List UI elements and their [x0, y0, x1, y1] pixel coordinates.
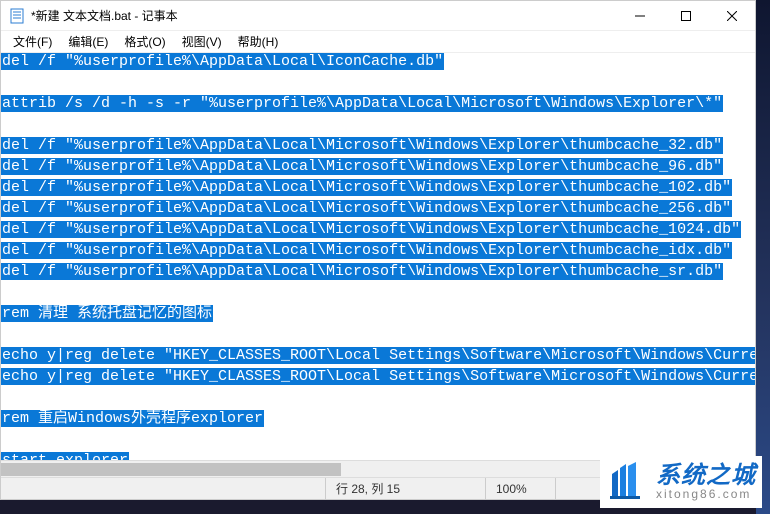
- editor-line[interactable]: rem 清理 系统托盘记忆的图标: [1, 303, 755, 324]
- menu-edit[interactable]: 编辑(E): [60, 31, 116, 52]
- selected-text[interactable]: [1, 74, 12, 91]
- minimize-button[interactable]: [617, 1, 663, 30]
- menu-file[interactable]: 文件(F): [5, 31, 60, 52]
- editor-line[interactable]: del /f "%userprofile%\AppData\Local\Micr…: [1, 219, 755, 240]
- selected-text[interactable]: del /f "%userprofile%\AppData\Local\Micr…: [1, 242, 732, 259]
- menu-format[interactable]: 格式(O): [116, 31, 173, 52]
- status-cursor-position: 行 28, 列 15: [325, 478, 485, 499]
- selected-text[interactable]: echo y|reg delete "HKEY_CLASSES_ROOT\Loc…: [1, 347, 755, 364]
- editor-line[interactable]: del /f "%userprofile%\AppData\Local\Micr…: [1, 240, 755, 261]
- close-button[interactable]: [709, 1, 755, 30]
- window-title: *新建 文本文档.bat - 记事本: [31, 7, 617, 24]
- selected-text[interactable]: rem 重启Windows外壳程序explorer: [1, 410, 264, 427]
- watermark-logo-icon: [606, 460, 650, 504]
- text-editor[interactable]: del /f "%userprofile%\AppData\Local\Icon…: [1, 53, 755, 477]
- editor-line[interactable]: [1, 387, 755, 408]
- editor-line[interactable]: del /f "%userprofile%\AppData\Local\Micr…: [1, 156, 755, 177]
- editor-line[interactable]: del /f "%userprofile%\AppData\Local\Micr…: [1, 135, 755, 156]
- watermark-url: xitong86.com: [656, 488, 756, 501]
- selected-text[interactable]: del /f "%userprofile%\AppData\Local\Micr…: [1, 137, 723, 154]
- selected-text[interactable]: rem 清理 系统托盘记忆的图标: [1, 305, 213, 322]
- editor-line[interactable]: del /f "%userprofile%\AppData\Local\Micr…: [1, 261, 755, 282]
- selected-text[interactable]: del /f "%userprofile%\AppData\Local\Icon…: [1, 53, 444, 70]
- notepad-window: *新建 文本文档.bat - 记事本 文件(F) 编辑(E) 格式(O) 视图(…: [0, 0, 756, 500]
- selected-text[interactable]: del /f "%userprofile%\AppData\Local\Micr…: [1, 263, 723, 280]
- scrollbar-thumb[interactable]: [1, 463, 341, 476]
- selected-text[interactable]: attrib /s /d -h -s -r "%userprofile%\App…: [1, 95, 723, 112]
- selected-text[interactable]: del /f "%userprofile%\AppData\Local\Micr…: [1, 200, 732, 217]
- selected-text[interactable]: [1, 389, 12, 406]
- desktop-background-strip: [756, 0, 770, 514]
- editor-line[interactable]: echo y|reg delete "HKEY_CLASSES_ROOT\Loc…: [1, 345, 755, 366]
- window-controls: [617, 1, 755, 30]
- editor-line[interactable]: [1, 72, 755, 93]
- notepad-icon: [9, 8, 25, 24]
- editor-line[interactable]: [1, 429, 755, 450]
- titlebar: *新建 文本文档.bat - 记事本: [1, 1, 755, 31]
- editor-content[interactable]: del /f "%userprofile%\AppData\Local\Icon…: [1, 53, 755, 471]
- editor-line[interactable]: del /f "%userprofile%\AppData\Local\Icon…: [1, 53, 755, 72]
- editor-line[interactable]: [1, 282, 755, 303]
- editor-line[interactable]: echo y|reg delete "HKEY_CLASSES_ROOT\Loc…: [1, 366, 755, 387]
- selected-text[interactable]: [1, 326, 12, 343]
- selected-text[interactable]: del /f "%userprofile%\AppData\Local\Micr…: [1, 158, 723, 175]
- selected-text[interactable]: [1, 116, 12, 133]
- editor-line[interactable]: [1, 114, 755, 135]
- menubar: 文件(F) 编辑(E) 格式(O) 视图(V) 帮助(H): [1, 31, 755, 53]
- selected-text[interactable]: [1, 431, 12, 448]
- watermark-text: 系统之城 xitong86.com: [656, 463, 756, 501]
- editor-line[interactable]: attrib /s /d -h -s -r "%userprofile%\App…: [1, 93, 755, 114]
- selected-text[interactable]: del /f "%userprofile%\AppData\Local\Micr…: [1, 179, 732, 196]
- selected-text[interactable]: echo y|reg delete "HKEY_CLASSES_ROOT\Loc…: [1, 368, 755, 385]
- menu-help[interactable]: 帮助(H): [230, 31, 287, 52]
- status-zoom: 100%: [485, 478, 555, 499]
- editor-line[interactable]: del /f "%userprofile%\AppData\Local\Micr…: [1, 177, 755, 198]
- selected-text[interactable]: del /f "%userprofile%\AppData\Local\Micr…: [1, 221, 741, 238]
- maximize-button[interactable]: [663, 1, 709, 30]
- watermark: 系统之城 xitong86.com: [600, 456, 762, 508]
- watermark-title: 系统之城: [656, 463, 756, 488]
- selected-text[interactable]: [1, 284, 12, 301]
- editor-line[interactable]: [1, 324, 755, 345]
- editor-line[interactable]: rem 重启Windows外壳程序explorer: [1, 408, 755, 429]
- menu-view[interactable]: 视图(V): [174, 31, 230, 52]
- editor-line[interactable]: del /f "%userprofile%\AppData\Local\Micr…: [1, 198, 755, 219]
